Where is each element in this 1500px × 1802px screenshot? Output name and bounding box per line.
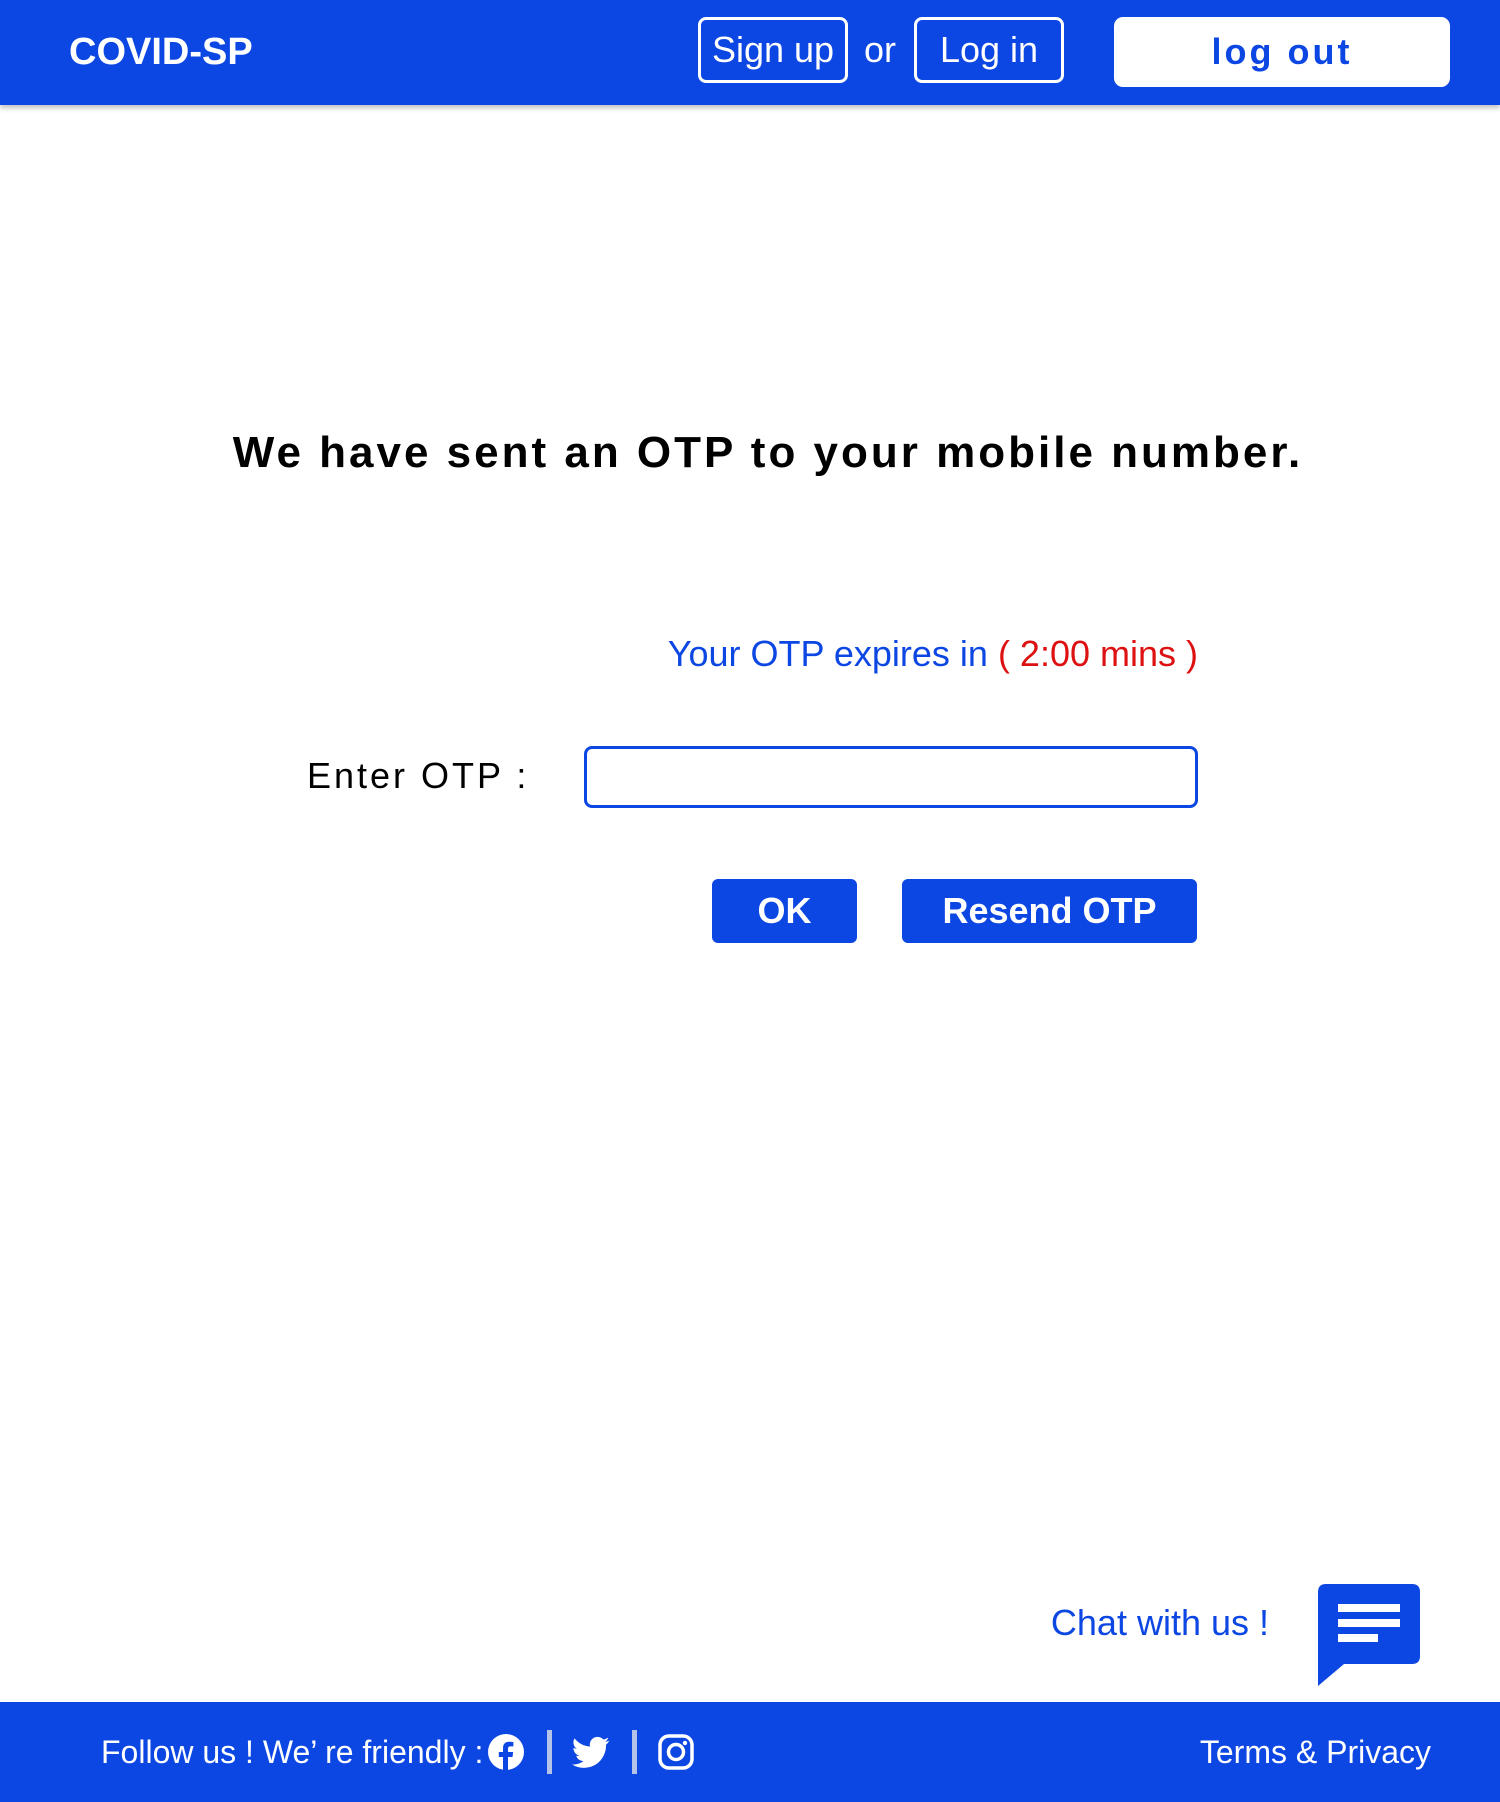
social-divider bbox=[547, 1730, 552, 1774]
resend-otp-button[interactable]: Resend OTP bbox=[902, 879, 1197, 943]
otp-countdown: ( 2:00 mins ) bbox=[997, 633, 1198, 674]
social-divider bbox=[632, 1730, 637, 1774]
chat-icon[interactable] bbox=[1318, 1584, 1420, 1686]
instagram-icon[interactable] bbox=[657, 1733, 695, 1771]
top-navbar: COVID-SP Sign up or Log in log out bbox=[0, 0, 1500, 105]
otp-expiry-label: Your OTP expires in bbox=[667, 633, 988, 674]
terms-privacy-link[interactable]: Terms & Privacy bbox=[1200, 1731, 1431, 1773]
ok-button[interactable]: OK bbox=[712, 879, 857, 943]
signup-button[interactable]: Sign up bbox=[698, 17, 848, 83]
facebook-icon[interactable] bbox=[487, 1733, 525, 1771]
footer: Follow us ! We’ re friendly : Terms & Pr… bbox=[0, 1702, 1500, 1802]
login-button[interactable]: Log in bbox=[914, 17, 1064, 83]
twitter-icon[interactable] bbox=[572, 1733, 610, 1771]
brand-logo[interactable]: COVID-SP bbox=[69, 30, 253, 74]
chat-link[interactable]: Chat with us ! bbox=[1051, 1600, 1269, 1646]
or-separator: or bbox=[864, 29, 897, 70]
otp-input[interactable] bbox=[584, 746, 1198, 808]
otp-expiry-notice: Your OTP expires in ( 2:00 mins ) bbox=[668, 631, 1198, 677]
page-title: We have sent an OTP to your mobile numbe… bbox=[232, 428, 1304, 477]
follow-us-text: Follow us ! We’ re friendly : bbox=[101, 1734, 484, 1770]
logout-button[interactable]: log out bbox=[1114, 17, 1450, 87]
otp-field-label: Enter OTP : bbox=[307, 755, 530, 796]
